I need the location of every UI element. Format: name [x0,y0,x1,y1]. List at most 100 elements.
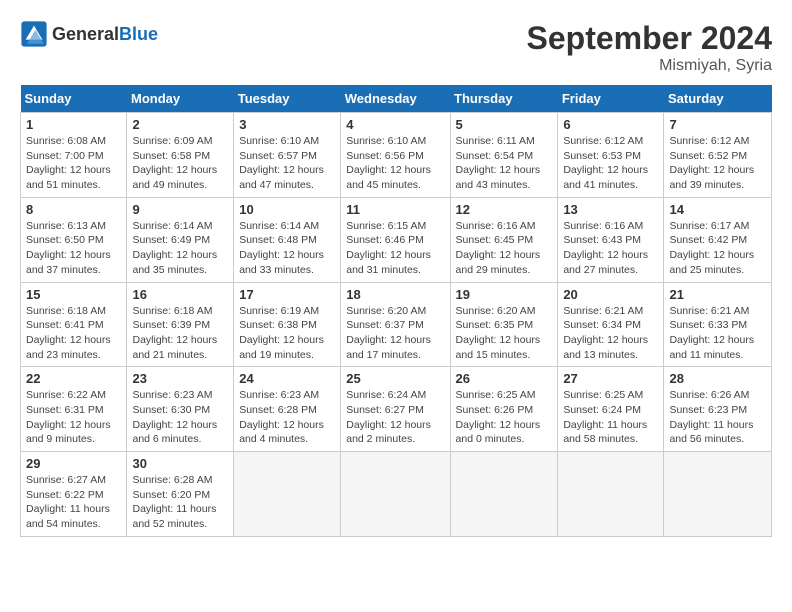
day-info: Sunrise: 6:17 AMSunset: 6:42 PMDaylight:… [669,219,766,278]
calendar-cell: 26 Sunrise: 6:25 AMSunset: 6:26 PMDaylig… [450,367,558,452]
day-info: Sunrise: 6:21 AMSunset: 6:34 PMDaylight:… [563,304,658,363]
day-number: 1 [26,117,121,132]
day-info: Sunrise: 6:10 AMSunset: 6:56 PMDaylight:… [346,134,444,193]
day-info: Sunrise: 6:22 AMSunset: 6:31 PMDaylight:… [26,388,121,447]
day-info: Sunrise: 6:21 AMSunset: 6:33 PMDaylight:… [669,304,766,363]
calendar-cell: 30 Sunrise: 6:28 AMSunset: 6:20 PMDaylig… [127,452,234,537]
calendar-cell: 21 Sunrise: 6:21 AMSunset: 6:33 PMDaylig… [664,282,772,367]
day-number: 18 [346,287,444,302]
day-info: Sunrise: 6:12 AMSunset: 6:53 PMDaylight:… [563,134,658,193]
day-info: Sunrise: 6:26 AMSunset: 6:23 PMDaylight:… [669,388,766,447]
calendar-week-row: 1 Sunrise: 6:08 AMSunset: 7:00 PMDayligh… [21,113,772,198]
page-header: GeneralBlue September 2024 Mismiyah, Syr… [20,20,772,75]
calendar-cell: 23 Sunrise: 6:23 AMSunset: 6:30 PMDaylig… [127,367,234,452]
calendar-cell: 15 Sunrise: 6:18 AMSunset: 6:41 PMDaylig… [21,282,127,367]
day-number: 8 [26,202,121,217]
logo-text: GeneralBlue [52,24,158,45]
day-number: 2 [132,117,228,132]
calendar-cell [558,452,664,537]
day-info: Sunrise: 6:27 AMSunset: 6:22 PMDaylight:… [26,473,121,532]
calendar-week-row: 15 Sunrise: 6:18 AMSunset: 6:41 PMDaylig… [21,282,772,367]
calendar-cell [450,452,558,537]
calendar-cell: 2 Sunrise: 6:09 AMSunset: 6:58 PMDayligh… [127,113,234,198]
calendar-cell: 27 Sunrise: 6:25 AMSunset: 6:24 PMDaylig… [558,367,664,452]
day-info: Sunrise: 6:18 AMSunset: 6:39 PMDaylight:… [132,304,228,363]
calendar-cell: 12 Sunrise: 6:16 AMSunset: 6:45 PMDaylig… [450,197,558,282]
calendar-week-row: 29 Sunrise: 6:27 AMSunset: 6:22 PMDaylig… [21,452,772,537]
day-info: Sunrise: 6:23 AMSunset: 6:30 PMDaylight:… [132,388,228,447]
calendar-cell: 13 Sunrise: 6:16 AMSunset: 6:43 PMDaylig… [558,197,664,282]
column-header-sunday: Sunday [21,85,127,113]
day-info: Sunrise: 6:28 AMSunset: 6:20 PMDaylight:… [132,473,228,532]
day-number: 19 [456,287,553,302]
day-info: Sunrise: 6:08 AMSunset: 7:00 PMDaylight:… [26,134,121,193]
calendar-cell: 25 Sunrise: 6:24 AMSunset: 6:27 PMDaylig… [341,367,450,452]
day-info: Sunrise: 6:19 AMSunset: 6:38 PMDaylight:… [239,304,335,363]
day-info: Sunrise: 6:09 AMSunset: 6:58 PMDaylight:… [132,134,228,193]
day-info: Sunrise: 6:16 AMSunset: 6:43 PMDaylight:… [563,219,658,278]
day-info: Sunrise: 6:16 AMSunset: 6:45 PMDaylight:… [456,219,553,278]
column-header-tuesday: Tuesday [234,85,341,113]
calendar-cell: 5 Sunrise: 6:11 AMSunset: 6:54 PMDayligh… [450,113,558,198]
day-info: Sunrise: 6:20 AMSunset: 6:35 PMDaylight:… [456,304,553,363]
month-title: September 2024 [527,20,772,57]
day-number: 10 [239,202,335,217]
day-info: Sunrise: 6:23 AMSunset: 6:28 PMDaylight:… [239,388,335,447]
day-number: 7 [669,117,766,132]
column-header-monday: Monday [127,85,234,113]
column-header-saturday: Saturday [664,85,772,113]
column-header-wednesday: Wednesday [341,85,450,113]
calendar-cell: 9 Sunrise: 6:14 AMSunset: 6:49 PMDayligh… [127,197,234,282]
day-number: 5 [456,117,553,132]
calendar-cell: 6 Sunrise: 6:12 AMSunset: 6:53 PMDayligh… [558,113,664,198]
day-info: Sunrise: 6:11 AMSunset: 6:54 PMDaylight:… [456,134,553,193]
calendar-cell: 14 Sunrise: 6:17 AMSunset: 6:42 PMDaylig… [664,197,772,282]
title-block: September 2024 Mismiyah, Syria [527,20,772,75]
day-number: 9 [132,202,228,217]
day-info: Sunrise: 6:24 AMSunset: 6:27 PMDaylight:… [346,388,444,447]
day-number: 11 [346,202,444,217]
day-number: 27 [563,371,658,386]
logo-blue: Blue [119,24,158,44]
day-number: 28 [669,371,766,386]
calendar-cell: 8 Sunrise: 6:13 AMSunset: 6:50 PMDayligh… [21,197,127,282]
day-info: Sunrise: 6:12 AMSunset: 6:52 PMDaylight:… [669,134,766,193]
day-info: Sunrise: 6:14 AMSunset: 6:49 PMDaylight:… [132,219,228,278]
day-number: 17 [239,287,335,302]
day-number: 22 [26,371,121,386]
logo-general: General [52,24,119,44]
day-info: Sunrise: 6:25 AMSunset: 6:26 PMDaylight:… [456,388,553,447]
day-number: 13 [563,202,658,217]
day-number: 20 [563,287,658,302]
calendar-cell [341,452,450,537]
calendar-cell: 20 Sunrise: 6:21 AMSunset: 6:34 PMDaylig… [558,282,664,367]
logo-icon [20,20,48,48]
calendar-cell: 18 Sunrise: 6:20 AMSunset: 6:37 PMDaylig… [341,282,450,367]
calendar-cell: 11 Sunrise: 6:15 AMSunset: 6:46 PMDaylig… [341,197,450,282]
calendar-cell: 22 Sunrise: 6:22 AMSunset: 6:31 PMDaylig… [21,367,127,452]
calendar-cell: 29 Sunrise: 6:27 AMSunset: 6:22 PMDaylig… [21,452,127,537]
calendar-cell: 28 Sunrise: 6:26 AMSunset: 6:23 PMDaylig… [664,367,772,452]
day-number: 23 [132,371,228,386]
column-header-thursday: Thursday [450,85,558,113]
day-number: 15 [26,287,121,302]
day-number: 16 [132,287,228,302]
day-info: Sunrise: 6:20 AMSunset: 6:37 PMDaylight:… [346,304,444,363]
calendar-cell [664,452,772,537]
day-number: 29 [26,456,121,471]
calendar-cell: 3 Sunrise: 6:10 AMSunset: 6:57 PMDayligh… [234,113,341,198]
calendar-cell: 7 Sunrise: 6:12 AMSunset: 6:52 PMDayligh… [664,113,772,198]
day-info: Sunrise: 6:18 AMSunset: 6:41 PMDaylight:… [26,304,121,363]
day-number: 4 [346,117,444,132]
day-number: 3 [239,117,335,132]
day-number: 6 [563,117,658,132]
calendar-cell: 1 Sunrise: 6:08 AMSunset: 7:00 PMDayligh… [21,113,127,198]
day-number: 12 [456,202,553,217]
calendar-cell: 19 Sunrise: 6:20 AMSunset: 6:35 PMDaylig… [450,282,558,367]
calendar-week-row: 22 Sunrise: 6:22 AMSunset: 6:31 PMDaylig… [21,367,772,452]
calendar-cell: 10 Sunrise: 6:14 AMSunset: 6:48 PMDaylig… [234,197,341,282]
day-info: Sunrise: 6:25 AMSunset: 6:24 PMDaylight:… [563,388,658,447]
calendar-header-row: SundayMondayTuesdayWednesdayThursdayFrid… [21,85,772,113]
day-info: Sunrise: 6:14 AMSunset: 6:48 PMDaylight:… [239,219,335,278]
day-number: 14 [669,202,766,217]
